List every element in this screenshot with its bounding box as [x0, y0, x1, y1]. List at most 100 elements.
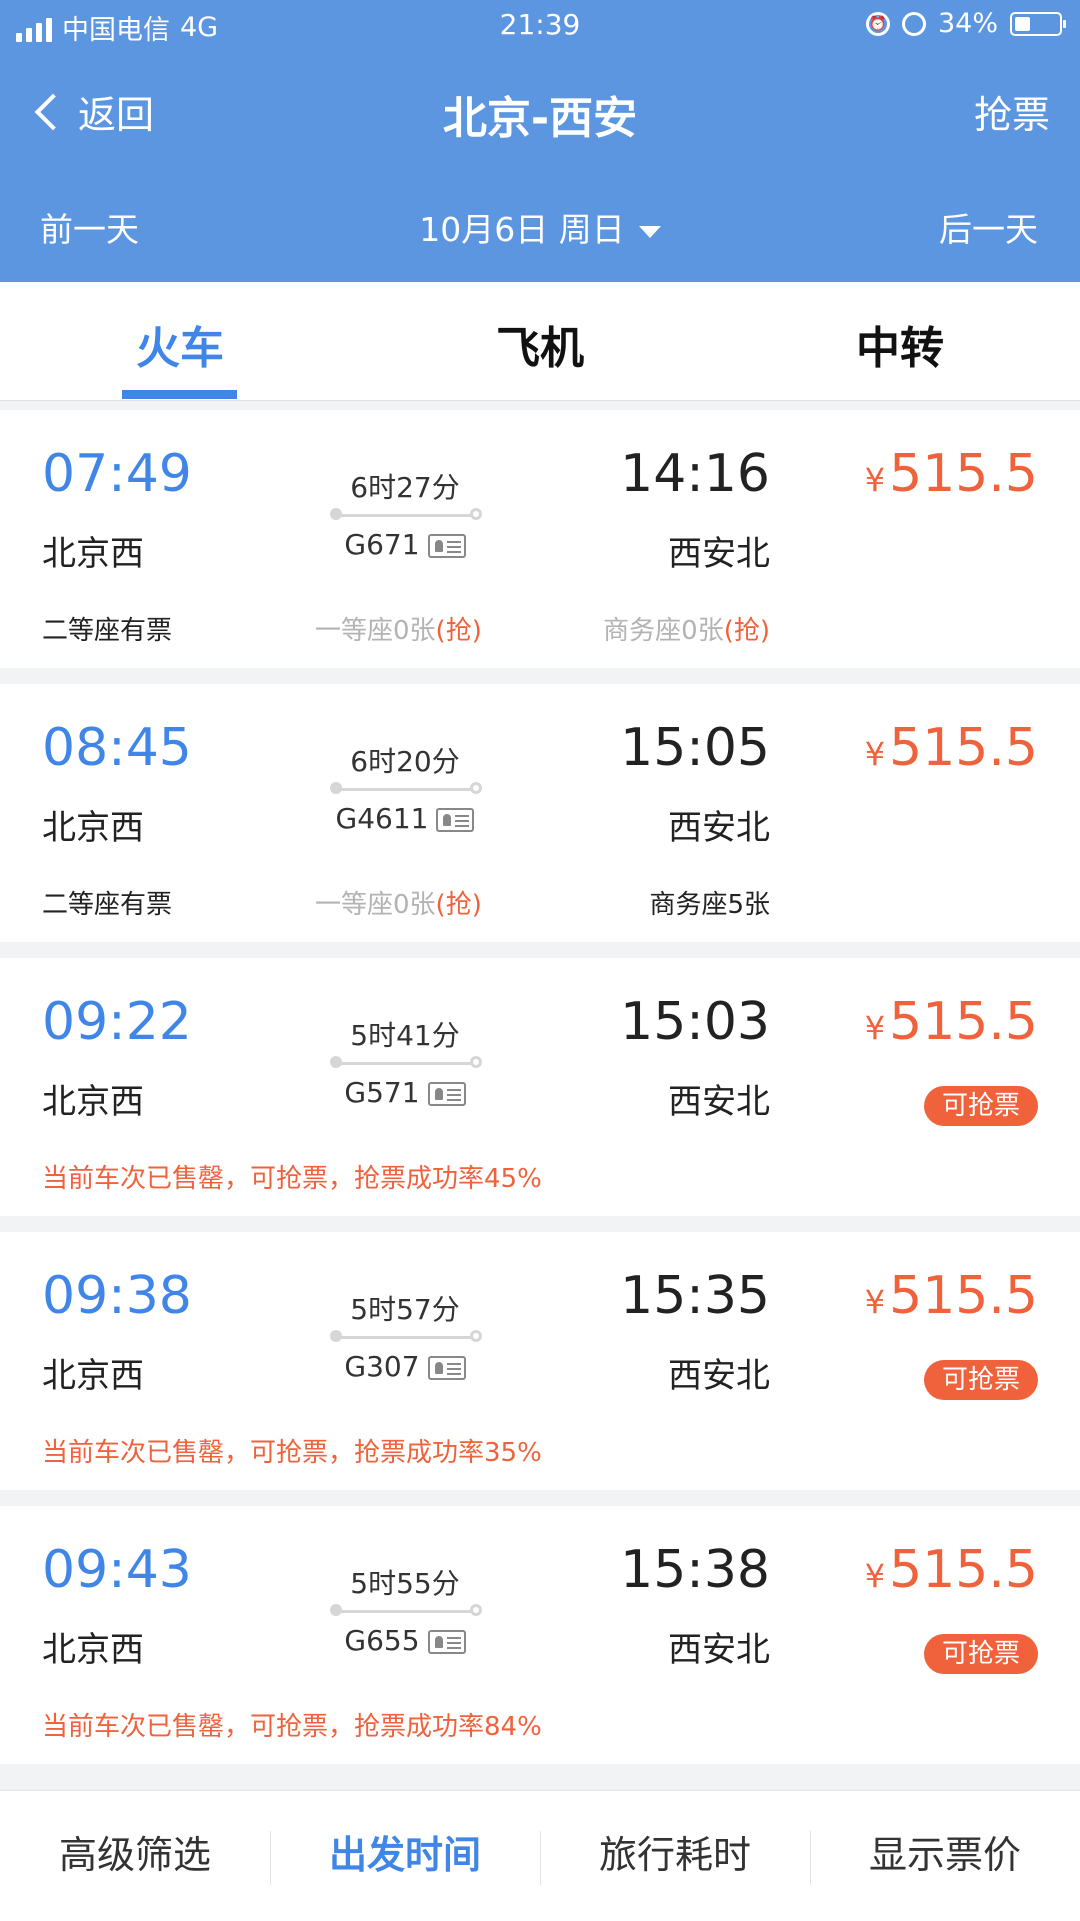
grab-tag: (抢) — [723, 616, 770, 646]
yen-symbol: ¥ — [864, 735, 886, 773]
route-line — [330, 782, 482, 794]
date-row: 前一天 10月6日 周日 后一天 — [0, 195, 1080, 255]
bottom-filter-bar: 高级筛选 出发时间 旅行耗时 显示票价 — [0, 1790, 1080, 1921]
first-class-seat[interactable]: 一等座0张(抢) — [315, 884, 482, 921]
duration: 5时41分 — [350, 1019, 460, 1052]
price-value: 515.5 — [889, 1266, 1038, 1326]
id-card-icon — [427, 1356, 466, 1380]
price-value: 515.5 — [889, 1540, 1038, 1600]
train-card[interactable]: 08:45 北京西 6时20分 G4611 15:05 西安北 ¥515.5 二… — [0, 684, 1080, 942]
first-class-label: 一等座0张 — [315, 890, 436, 920]
second-class-seat: 二等座有票 — [42, 616, 173, 646]
train-number: G655 — [344, 1624, 420, 1657]
tab-indicator — [122, 390, 237, 399]
business-seat[interactable]: 商务座0张(抢) — [603, 610, 770, 647]
depart-time: 09:22 — [42, 992, 192, 1052]
tab-flight[interactable]: 飞机 — [360, 312, 720, 376]
depart-station: 北京西 — [42, 1630, 144, 1670]
route-line — [330, 1056, 482, 1068]
yen-symbol: ¥ — [864, 1009, 886, 1047]
depart-station: 北京西 — [42, 1356, 144, 1396]
page-title: 北京-西安 — [442, 93, 638, 144]
sold-out-notice: 当前车次已售罄，可抢票，抢票成功率35% — [42, 1438, 542, 1468]
next-day-button[interactable]: 后一天 — [939, 203, 1038, 251]
train-number: G307 — [344, 1350, 420, 1383]
price: ¥515.5 — [865, 444, 1038, 504]
grab-available-badge[interactable]: 可抢票 — [923, 1360, 1038, 1400]
date-selector[interactable]: 10月6日 周日 — [0, 203, 1080, 251]
caret-down-icon — [638, 225, 661, 238]
id-card-icon — [427, 1630, 466, 1654]
sort-duration-button[interactable]: 旅行耗时 — [540, 1791, 810, 1921]
alarm-icon: ⏰ — [865, 11, 890, 36]
rotation-lock-icon — [901, 11, 926, 36]
depart-time: 09:38 — [42, 1266, 192, 1326]
price: ¥515.5 — [865, 1266, 1038, 1326]
sold-out-notice: 当前车次已售罄，可抢票，抢票成功率84% — [42, 1712, 542, 1742]
route-line — [330, 1330, 482, 1342]
yen-symbol: ¥ — [864, 1283, 886, 1321]
duration: 6时20分 — [350, 745, 460, 778]
second-class-seat: 二等座有票 — [42, 890, 173, 920]
route-line — [330, 1604, 482, 1616]
depart-station: 北京西 — [42, 534, 144, 574]
yen-symbol: ¥ — [864, 461, 886, 499]
id-card-icon — [436, 808, 475, 832]
status-bar: 中国电信 4G 21:39 ⏰ 34% — [0, 0, 1080, 52]
train-card[interactable]: 07:49 北京西 6时27分 G671 14:16 西安北 ¥515.5 二等… — [0, 410, 1080, 668]
sort-depart-time-button[interactable]: 出发时间 — [270, 1791, 540, 1921]
train-card[interactable]: 09:22 北京西 5时41分 G571 15:03 西安北 ¥515.5 可抢… — [0, 958, 1080, 1216]
arrive-station: 西安北 — [668, 1082, 770, 1122]
arrive-station: 西安北 — [668, 808, 770, 848]
grab-ticket-button[interactable]: 抢票 — [974, 84, 1050, 139]
duration: 5时55分 — [350, 1567, 460, 1600]
id-card-icon — [427, 1082, 466, 1106]
depart-time: 09:43 — [42, 1540, 192, 1600]
arrive-time: 15:35 — [620, 1266, 770, 1326]
train-card[interactable]: 09:43 北京西 5时55分 G655 15:38 西安北 ¥515.5 可抢… — [0, 1506, 1080, 1764]
arrive-station: 西安北 — [668, 534, 770, 574]
price-value: 515.5 — [889, 992, 1038, 1052]
grab-tag: (抢) — [435, 890, 482, 920]
tab-train[interactable]: 火车 — [0, 312, 360, 376]
price-value: 515.5 — [889, 718, 1038, 778]
route-line — [330, 508, 482, 520]
first-class-label: 一等座0张 — [315, 616, 436, 646]
id-card-icon — [427, 534, 466, 558]
arrive-time: 15:03 — [620, 992, 770, 1052]
transport-tabs: 火车 飞机 中转 — [0, 282, 1080, 401]
duration: 6时27分 — [350, 471, 460, 504]
train-number: G571 — [344, 1076, 420, 1109]
battery-percent: 34% — [937, 8, 998, 39]
train-card[interactable]: 09:38 北京西 5时57分 G307 15:35 西安北 ¥515.5 可抢… — [0, 1232, 1080, 1490]
price: ¥515.5 — [865, 718, 1038, 778]
price: ¥515.5 — [865, 992, 1038, 1052]
depart-station: 北京西 — [42, 808, 144, 848]
advanced-filter-button[interactable]: 高级筛选 — [0, 1791, 270, 1921]
arrive-time: 15:38 — [620, 1540, 770, 1600]
arrive-station: 西安北 — [668, 1630, 770, 1670]
depart-time: 08:45 — [42, 718, 192, 778]
depart-time: 07:49 — [42, 444, 192, 504]
nav-row: 返回 北京-西安 抢票 — [0, 70, 1080, 150]
show-price-button[interactable]: 显示票价 — [810, 1791, 1080, 1921]
train-number: G671 — [344, 528, 420, 561]
first-class-seat[interactable]: 一等座0张(抢) — [315, 610, 482, 647]
train-number: G4611 — [335, 802, 429, 835]
battery-icon — [1010, 11, 1066, 36]
yen-symbol: ¥ — [864, 1557, 886, 1595]
header-bar: 中国电信 4G 21:39 ⏰ 34% 返回 北京-西安 抢票 前一天 10月6… — [0, 0, 1080, 282]
business-label: 商务座0张 — [603, 616, 724, 646]
tab-transfer[interactable]: 中转 — [720, 312, 1080, 376]
price-value: 515.5 — [889, 444, 1038, 504]
grab-available-badge[interactable]: 可抢票 — [923, 1086, 1038, 1126]
duration: 5时57分 — [350, 1293, 460, 1326]
arrive-station: 西安北 — [668, 1356, 770, 1396]
depart-station: 北京西 — [42, 1082, 144, 1122]
price: ¥515.5 — [865, 1540, 1038, 1600]
grab-available-badge[interactable]: 可抢票 — [923, 1634, 1038, 1674]
date-label: 10月6日 周日 — [419, 210, 625, 249]
grab-tag: (抢) — [435, 616, 482, 646]
arrive-time: 15:05 — [620, 718, 770, 778]
sold-out-notice: 当前车次已售罄，可抢票，抢票成功率45% — [42, 1164, 542, 1194]
